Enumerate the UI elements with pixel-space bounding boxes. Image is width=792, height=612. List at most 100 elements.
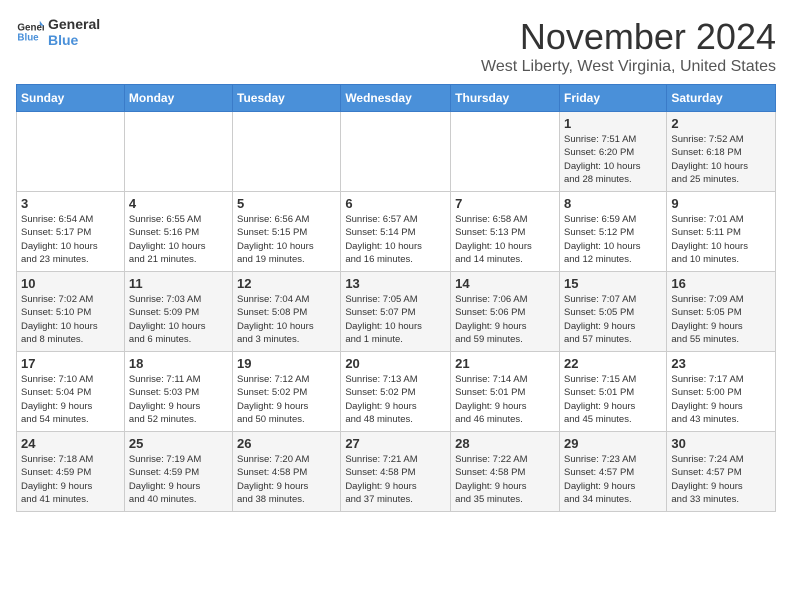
- calendar-week-row: 3Sunrise: 6:54 AM Sunset: 5:17 PM Daylig…: [17, 192, 776, 272]
- day-info: Sunrise: 7:22 AM Sunset: 4:58 PM Dayligh…: [455, 453, 555, 506]
- calendar-cell: 26 Sunrise: 7:20 AM Sunset: 4:58 PM Dayli…: [233, 432, 341, 512]
- day-number: 6: [345, 196, 446, 211]
- day-number: 14: [455, 276, 555, 291]
- day-info: Sunrise: 6:54 AM Sunset: 5:17 PM Dayligh…: [21, 213, 120, 266]
- calendar-cell: 30 Sunrise: 7:24 AM Sunset: 4:57 PM Dayli…: [667, 432, 776, 512]
- day-number: 18: [129, 356, 228, 371]
- calendar-cell: 22 Sunrise: 7:15 AM Sunset: 5:01 PM Dayli…: [559, 352, 666, 432]
- day-number: 30: [671, 436, 771, 451]
- calendar-week-row: 17 Sunrise: 7:10 AM Sunset: 5:04 PM Dayli…: [17, 352, 776, 432]
- day-info: Sunrise: 7:12 AM Sunset: 5:02 PM Dayligh…: [237, 373, 336, 426]
- weekday-header-cell: Thursday: [451, 85, 560, 112]
- calendar-week-row: 10 Sunrise: 7:02 AM Sunset: 5:10 PM Dayli…: [17, 272, 776, 352]
- day-number: 27: [345, 436, 446, 451]
- day-number: 11: [129, 276, 228, 291]
- day-info: Sunrise: 7:51 AM Sunset: 6:20 PM Dayligh…: [564, 133, 662, 186]
- calendar-cell: [233, 112, 341, 192]
- day-info: Sunrise: 6:55 AM Sunset: 5:16 PM Dayligh…: [129, 213, 228, 266]
- svg-text:Blue: Blue: [17, 32, 39, 43]
- location: West Liberty, West Virginia, United Stat…: [481, 58, 776, 76]
- day-number: 25: [129, 436, 228, 451]
- day-number: 13: [345, 276, 446, 291]
- weekday-header-cell: Friday: [559, 85, 666, 112]
- day-info: Sunrise: 7:19 AM Sunset: 4:59 PM Dayligh…: [129, 453, 228, 506]
- day-number: 17: [21, 356, 120, 371]
- calendar-cell: 24Sunrise: 7:18 AM Sunset: 4:59 PM Dayli…: [17, 432, 125, 512]
- day-info: Sunrise: 7:02 AM Sunset: 5:10 PM Dayligh…: [21, 293, 120, 346]
- calendar-cell: 13 Sunrise: 7:05 AM Sunset: 5:07 PM Dayli…: [341, 272, 451, 352]
- calendar-cell: 25 Sunrise: 7:19 AM Sunset: 4:59 PM Dayli…: [124, 432, 232, 512]
- day-info: Sunrise: 7:23 AM Sunset: 4:57 PM Dayligh…: [564, 453, 662, 506]
- weekday-header-cell: Wednesday: [341, 85, 451, 112]
- day-number: 24: [21, 436, 120, 451]
- day-number: 4: [129, 196, 228, 211]
- calendar-cell: 7 Sunrise: 6:58 AM Sunset: 5:13 PM Daylig…: [451, 192, 560, 272]
- month-title: November 2024: [481, 16, 776, 58]
- calendar-cell: 23Sunrise: 7:17 AM Sunset: 5:00 PM Dayli…: [667, 352, 776, 432]
- calendar-cell: 19 Sunrise: 7:12 AM Sunset: 5:02 PM Dayli…: [233, 352, 341, 432]
- calendar-cell: 9Sunrise: 7:01 AM Sunset: 5:11 PM Daylig…: [667, 192, 776, 272]
- calendar-cell: [451, 112, 560, 192]
- calendar-cell: 3Sunrise: 6:54 AM Sunset: 5:17 PM Daylig…: [17, 192, 125, 272]
- day-number: 19: [237, 356, 336, 371]
- day-info: Sunrise: 7:03 AM Sunset: 5:09 PM Dayligh…: [129, 293, 228, 346]
- day-info: Sunrise: 7:21 AM Sunset: 4:58 PM Dayligh…: [345, 453, 446, 506]
- day-number: 16: [671, 276, 771, 291]
- calendar-cell: 27 Sunrise: 7:21 AM Sunset: 4:58 PM Dayli…: [341, 432, 451, 512]
- calendar-cell: 29 Sunrise: 7:23 AM Sunset: 4:57 PM Dayli…: [559, 432, 666, 512]
- day-number: 20: [345, 356, 446, 371]
- day-number: 10: [21, 276, 120, 291]
- calendar-cell: 18 Sunrise: 7:11 AM Sunset: 5:03 PM Dayli…: [124, 352, 232, 432]
- day-number: 2: [671, 116, 771, 131]
- day-info: Sunrise: 7:13 AM Sunset: 5:02 PM Dayligh…: [345, 373, 446, 426]
- weekday-header-cell: Tuesday: [233, 85, 341, 112]
- day-info: Sunrise: 7:10 AM Sunset: 5:04 PM Dayligh…: [21, 373, 120, 426]
- calendar-cell: 2 Sunrise: 7:52 AM Sunset: 6:18 PM Daylig…: [667, 112, 776, 192]
- day-number: 21: [455, 356, 555, 371]
- calendar-body: 1 Sunrise: 7:51 AM Sunset: 6:20 PM Daylig…: [17, 112, 776, 512]
- calendar-cell: 10 Sunrise: 7:02 AM Sunset: 5:10 PM Dayli…: [17, 272, 125, 352]
- calendar-cell: 4 Sunrise: 6:55 AM Sunset: 5:16 PM Daylig…: [124, 192, 232, 272]
- calendar-cell: 17 Sunrise: 7:10 AM Sunset: 5:04 PM Dayli…: [17, 352, 125, 432]
- day-number: 15: [564, 276, 662, 291]
- calendar-cell: [341, 112, 451, 192]
- day-info: Sunrise: 7:52 AM Sunset: 6:18 PM Dayligh…: [671, 133, 771, 186]
- day-info: Sunrise: 6:59 AM Sunset: 5:12 PM Dayligh…: [564, 213, 662, 266]
- day-number: 26: [237, 436, 336, 451]
- day-info: Sunrise: 7:04 AM Sunset: 5:08 PM Dayligh…: [237, 293, 336, 346]
- day-number: 23: [671, 356, 771, 371]
- day-info: Sunrise: 7:05 AM Sunset: 5:07 PM Dayligh…: [345, 293, 446, 346]
- day-number: 28: [455, 436, 555, 451]
- logo: General Blue General Blue: [16, 16, 100, 48]
- day-info: Sunrise: 7:15 AM Sunset: 5:01 PM Dayligh…: [564, 373, 662, 426]
- header: General Blue General Blue November 2024 …: [16, 16, 776, 76]
- day-number: 5: [237, 196, 336, 211]
- calendar-cell: 8Sunrise: 6:59 AM Sunset: 5:12 PM Daylig…: [559, 192, 666, 272]
- weekday-header-row: SundayMondayTuesdayWednesdayThursdayFrid…: [17, 85, 776, 112]
- calendar-cell: 6 Sunrise: 6:57 AM Sunset: 5:14 PM Daylig…: [341, 192, 451, 272]
- day-number: 7: [455, 196, 555, 211]
- day-info: Sunrise: 6:57 AM Sunset: 5:14 PM Dayligh…: [345, 213, 446, 266]
- day-info: Sunrise: 6:56 AM Sunset: 5:15 PM Dayligh…: [237, 213, 336, 266]
- calendar-table: SundayMondayTuesdayWednesdayThursdayFrid…: [16, 84, 776, 512]
- day-info: Sunrise: 7:20 AM Sunset: 4:58 PM Dayligh…: [237, 453, 336, 506]
- calendar-cell: 15 Sunrise: 7:07 AM Sunset: 5:05 PM Dayli…: [559, 272, 666, 352]
- calendar-cell: [17, 112, 125, 192]
- calendar-cell: 21 Sunrise: 7:14 AM Sunset: 5:01 PM Dayli…: [451, 352, 560, 432]
- calendar-cell: 1 Sunrise: 7:51 AM Sunset: 6:20 PM Daylig…: [559, 112, 666, 192]
- day-info: Sunrise: 7:11 AM Sunset: 5:03 PM Dayligh…: [129, 373, 228, 426]
- day-info: Sunrise: 7:14 AM Sunset: 5:01 PM Dayligh…: [455, 373, 555, 426]
- logo-line1: General: [48, 16, 100, 32]
- day-info: Sunrise: 7:07 AM Sunset: 5:05 PM Dayligh…: [564, 293, 662, 346]
- calendar-week-row: 1 Sunrise: 7:51 AM Sunset: 6:20 PM Daylig…: [17, 112, 776, 192]
- day-number: 12: [237, 276, 336, 291]
- day-number: 22: [564, 356, 662, 371]
- day-number: 29: [564, 436, 662, 451]
- day-info: Sunrise: 7:06 AM Sunset: 5:06 PM Dayligh…: [455, 293, 555, 346]
- day-info: Sunrise: 6:58 AM Sunset: 5:13 PM Dayligh…: [455, 213, 555, 266]
- day-info: Sunrise: 7:24 AM Sunset: 4:57 PM Dayligh…: [671, 453, 771, 506]
- calendar-week-row: 24Sunrise: 7:18 AM Sunset: 4:59 PM Dayli…: [17, 432, 776, 512]
- day-number: 1: [564, 116, 662, 131]
- day-number: 9: [671, 196, 771, 211]
- calendar-cell: 14 Sunrise: 7:06 AM Sunset: 5:06 PM Dayli…: [451, 272, 560, 352]
